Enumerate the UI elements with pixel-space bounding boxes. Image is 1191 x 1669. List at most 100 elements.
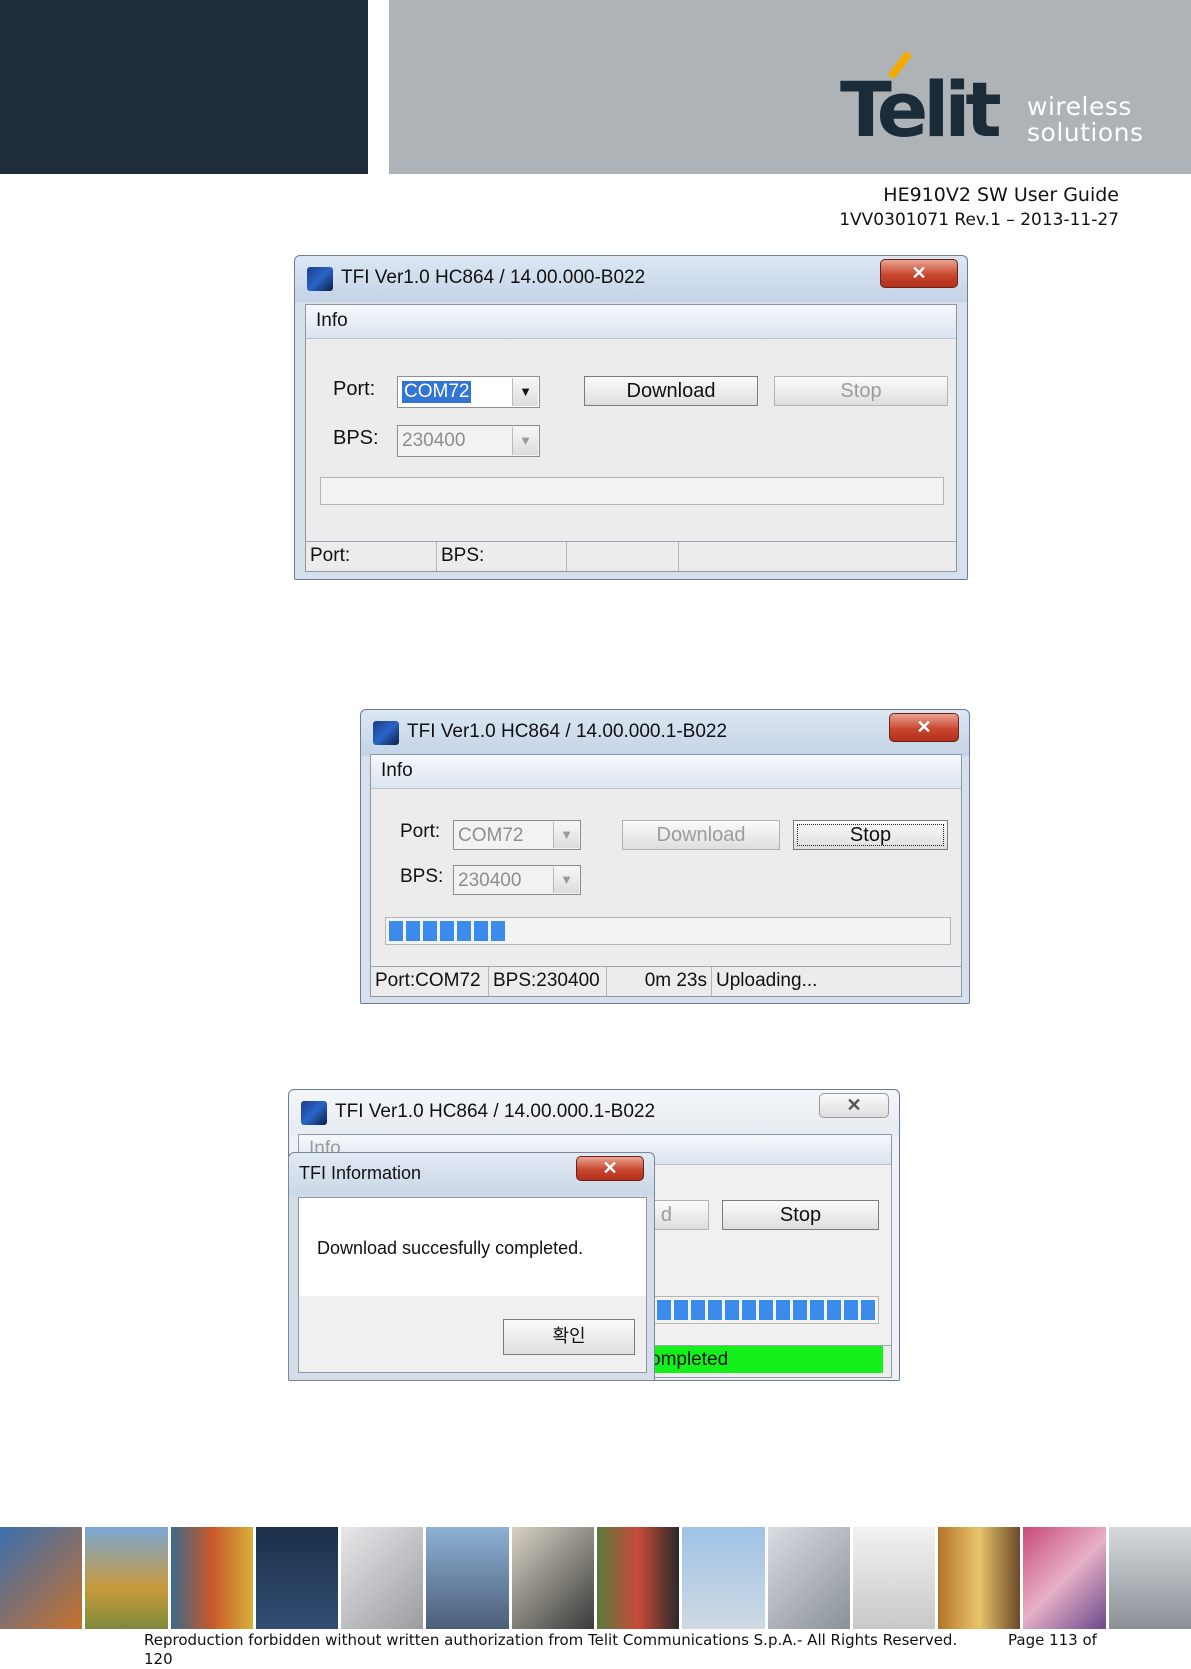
telit-logo: Telit <box>840 65 1002 154</box>
document-revision: 1VV0301071 Rev.1 – 2013-11-27 <box>839 210 1119 230</box>
bps-select[interactable]: 230400 ▼ <box>453 865 581 895</box>
port-value: COM72 <box>458 825 524 846</box>
dialog-title: TFI Information <box>299 1163 422 1183</box>
logo-tagline-wireless: wireless <box>1027 92 1132 121</box>
progress-fill <box>640 1300 875 1320</box>
header-dark-block <box>0 0 368 174</box>
download-button[interactable]: Download <box>584 376 758 406</box>
port-select[interactable]: COM72 ▼ <box>453 820 581 850</box>
window-title-bar: TFI Ver1.0 HC864 / 14.00.000.1-B022 ✕ <box>361 710 969 756</box>
footer-photo <box>255 1527 339 1629</box>
status-bar: Port: BPS: <box>306 541 956 571</box>
footer-photo <box>767 1527 850 1629</box>
stop-button[interactable]: Stop <box>722 1200 879 1230</box>
footer-photo <box>682 1527 765 1629</box>
menu-bar: Info <box>371 755 961 789</box>
progress-bar <box>320 477 944 505</box>
document-title: HE910V2 SW User Guide <box>883 184 1119 206</box>
chevron-down-icon[interactable]: ▼ <box>512 427 538 455</box>
progress-block <box>810 1300 824 1320</box>
footer-page-total: 120 <box>144 1650 173 1668</box>
window-client-area: Info Port: COM72 ▼ BPS: 230400 ▼ Downloa… <box>305 304 957 572</box>
footer-photo <box>596 1527 680 1629</box>
dialog-body: Download succesfully completed. 확인 <box>298 1197 647 1373</box>
progress-bar <box>385 917 951 945</box>
progress-block <box>793 1300 807 1320</box>
bps-value: 230400 <box>458 870 522 891</box>
progress-block <box>389 921 403 941</box>
port-select[interactable]: COM72 ▼ <box>397 376 540 408</box>
footer-photo <box>341 1527 424 1629</box>
footer-photo <box>1023 1527 1106 1629</box>
logo-tagline: wireless solutions <box>1027 92 1144 148</box>
footer-photo <box>938 1527 1021 1629</box>
stop-button[interactable]: Stop <box>774 376 948 406</box>
status-message: Uploading... <box>716 970 818 991</box>
footer-photo <box>852 1527 936 1629</box>
chevron-down-icon[interactable]: ▼ <box>553 822 579 848</box>
progress-block <box>406 921 420 941</box>
status-bar: Port:COM72 BPS:230400 0m 23s Uploading..… <box>371 966 961 996</box>
status-port: Port:COM72 <box>371 967 489 996</box>
window-client-area: Info Port: COM72 ▼ BPS: 230400 ▼ Downloa… <box>370 754 962 997</box>
progress-block <box>474 921 488 941</box>
chevron-down-icon[interactable]: ▼ <box>553 867 579 893</box>
footer-photo <box>170 1527 253 1629</box>
app-icon <box>307 267 333 291</box>
footer-photo <box>511 1527 594 1629</box>
window-title: TFI Ver1.0 HC864 / 14.00.000.1-B022 <box>335 1101 656 1122</box>
status-time: 0m 23s <box>607 967 712 996</box>
menu-info[interactable]: Info <box>316 310 348 332</box>
bps-select[interactable]: 230400 ▼ <box>397 425 540 457</box>
ok-button[interactable]: 확인 <box>503 1319 635 1355</box>
port-label: Port: <box>400 821 441 842</box>
app-icon <box>373 721 399 745</box>
progress-block <box>657 1300 671 1320</box>
footer-photo <box>1108 1527 1191 1629</box>
progress-block <box>827 1300 841 1320</box>
menu-info[interactable]: Info <box>381 760 413 782</box>
footer-photo <box>0 1527 83 1629</box>
status-message: ompleted <box>644 1346 883 1373</box>
close-button[interactable]: ✕ <box>889 713 959 742</box>
close-button[interactable]: ✕ <box>576 1156 644 1181</box>
footer-photo <box>85 1527 168 1629</box>
progress-block <box>844 1300 858 1320</box>
progress-block <box>691 1300 705 1320</box>
stop-button[interactable]: Stop <box>793 820 948 850</box>
footer-photo <box>426 1527 509 1629</box>
port-value: COM72 <box>402 381 472 403</box>
progress-block <box>457 921 471 941</box>
footer-page-number: Page 113 of <box>1008 1631 1097 1649</box>
progress-block <box>725 1300 739 1320</box>
download-button[interactable]: Download <box>622 820 780 850</box>
progress-block <box>759 1300 773 1320</box>
status-time <box>567 542 679 571</box>
progress-block <box>861 1300 875 1320</box>
progress-block <box>674 1300 688 1320</box>
progress-block <box>708 1300 722 1320</box>
progress-block <box>491 921 505 941</box>
progress-block <box>440 921 454 941</box>
window-title-bar: TFI Ver1.0 HC864 / 14.00.000-B022 ✕ <box>295 256 967 302</box>
tfi-window-idle: TFI Ver1.0 HC864 / 14.00.000-B022 ✕ Info… <box>294 255 968 580</box>
footer-copyright: Reproduction forbidden without written a… <box>144 1631 958 1649</box>
progress-fill <box>389 921 505 941</box>
bps-value: 230400 <box>402 430 466 451</box>
close-button[interactable]: ✕ <box>880 259 958 288</box>
header-gray-block <box>389 0 1191 174</box>
port-label: Port: <box>333 378 376 400</box>
status-bps: BPS:230400 <box>489 967 607 996</box>
logo-tagline-solutions: solutions <box>1027 118 1144 148</box>
dialog-message: Download succesfully completed. <box>317 1238 584 1258</box>
footer-photo-strip <box>0 1527 1191 1629</box>
menu-bar: Info <box>306 305 956 339</box>
window-title: TFI Ver1.0 HC864 / 14.00.000-B022 <box>341 267 646 288</box>
status-bps: BPS: <box>437 542 567 571</box>
bps-label: BPS: <box>400 866 444 887</box>
app-icon <box>301 1101 327 1125</box>
close-button[interactable]: ✕ <box>819 1093 889 1118</box>
tfi-information-dialog: TFI Information ✕ Download succesfully c… <box>288 1152 655 1381</box>
chevron-down-icon[interactable]: ▼ <box>512 378 538 406</box>
window-title-bar: TFI Information ✕ <box>289 1153 654 1195</box>
